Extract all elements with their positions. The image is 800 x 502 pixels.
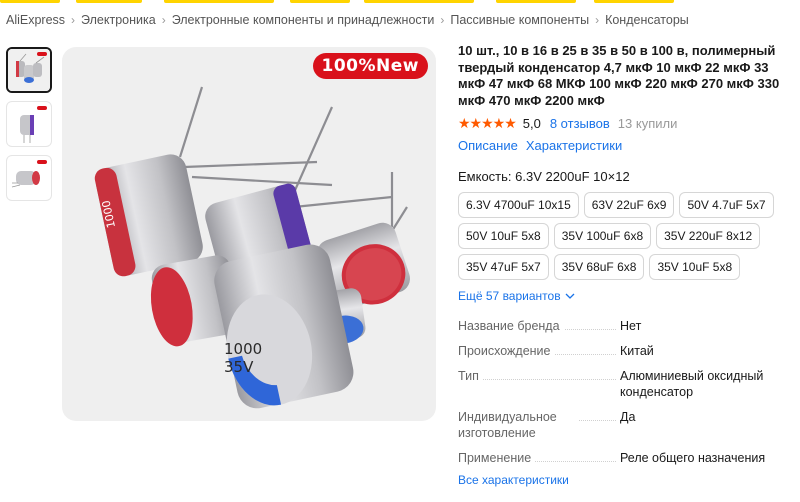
spec-value: Да: [620, 410, 636, 424]
variant-option[interactable]: 50V 10uF 5x8: [458, 223, 549, 249]
chevron-right-icon: ›: [440, 13, 445, 27]
variant-option[interactable]: 63V 22uF 6x9: [583, 192, 675, 218]
breadcrumb-electronics[interactable]: Электроника: [81, 13, 156, 27]
spec-row: Происхождение Китай: [458, 343, 788, 359]
description-link[interactable]: Описание: [458, 138, 518, 153]
breadcrumb-passive[interactable]: Пассивные компоненты: [450, 13, 589, 27]
more-variants-label: Ещё 57 вариантов: [458, 289, 561, 303]
new-badge: 100%New: [312, 53, 428, 79]
spec-key: Происхождение: [458, 344, 555, 358]
variant-option[interactable]: 35V 47uF 5x7: [458, 254, 549, 280]
variant-options: 6.3V 4700uF 10x15 63V 22uF 6x9 50V 4.7uF…: [458, 192, 788, 280]
chevron-right-icon: ›: [595, 13, 600, 27]
capacitors-photo: 1000 1000 35V: [94, 86, 410, 409]
thumbnail-list: [6, 47, 54, 209]
chevron-right-icon: ›: [71, 13, 76, 27]
product-main-image[interactable]: 1000 1000 35V 100%New: [62, 47, 436, 421]
specs-link[interactable]: Характеристики: [526, 138, 622, 153]
reviews-link[interactable]: 8 отзывов: [550, 116, 610, 131]
capacitors-thumbnail-image: [8, 49, 50, 91]
spec-value: Алюминиевый оксидный конденсатор: [620, 369, 764, 399]
variant-option[interactable]: 35V 220uF 8x12: [656, 223, 761, 249]
section-links: Описание Характеристики: [458, 138, 788, 153]
breadcrumb-aliexpress[interactable]: AliExpress: [6, 13, 65, 27]
spec-row: Применение Реле общего назначения: [458, 450, 788, 466]
capacitor-label-1000: 1000: [224, 340, 262, 358]
capacitor-label-35v: 35V: [224, 358, 254, 376]
specs-list: Название бренда Нет Происхождение Китай …: [458, 318, 788, 466]
variant-option[interactable]: 50V 4.7uF 5x7: [679, 192, 774, 218]
star-rating-icon: ★★★★★: [458, 115, 517, 131]
spec-value: Реле общего назначения: [620, 451, 766, 465]
capacity-selected-label: Емкость: 6.3V 2200uF 10×12: [458, 169, 630, 184]
spec-row: Название бренда Нет: [458, 318, 788, 334]
rating-score: 5,0: [522, 116, 541, 131]
product-info: 10 шт., 10 в 16 в 25 в 35 в 50 в 100 в, …: [458, 43, 788, 487]
spec-row: Индивидуальное изготовление Да: [458, 409, 788, 441]
variant-option[interactable]: 35V 100uF 6x8: [553, 223, 652, 249]
sold-count: 13 купили: [617, 116, 678, 131]
spec-key: Индивидуальное изготовление: [458, 409, 578, 441]
product-title: 10 шт., 10 в 16 в 25 в 35 в 50 в 100 в, …: [458, 43, 780, 108]
spec-key: Тип: [458, 369, 483, 383]
breadcrumb: AliExpress › Электроника › Электронные к…: [6, 13, 689, 27]
capacitor-red-thumbnail-image: [8, 157, 50, 199]
spec-row: Тип Алюминиевый оксидный конденсатор: [458, 368, 788, 400]
thumbnail-2[interactable]: [6, 101, 52, 147]
breadcrumb-components[interactable]: Электронные компоненты и принадлежности: [172, 13, 435, 27]
spec-value: Нет: [620, 319, 642, 333]
variant-option[interactable]: 6.3V 4700uF 10x15: [458, 192, 579, 218]
variant-option[interactable]: 35V 10uF 5x8: [649, 254, 741, 280]
spec-key: Название бренда: [458, 319, 564, 333]
spec-value: Китай: [620, 344, 654, 358]
chevron-down-icon: [565, 293, 575, 299]
more-variants-link[interactable]: Ещё 57 вариантов: [458, 289, 788, 303]
variant-option[interactable]: 35V 68uF 6x8: [553, 254, 645, 280]
breadcrumb-capacitors[interactable]: Конденсаторы: [605, 13, 689, 27]
rating-row: ★★★★★ 5,0 8 отзывов 13 купили: [458, 115, 788, 132]
spec-key: Применение: [458, 451, 536, 465]
thumbnail-3[interactable]: [6, 155, 52, 201]
thumbnail-1[interactable]: [6, 47, 52, 93]
all-specs-link[interactable]: Все характеристики: [458, 473, 788, 487]
top-accent-bar: [0, 0, 800, 3]
capacitor-purple-thumbnail-image: [8, 103, 50, 145]
chevron-right-icon: ›: [161, 13, 166, 27]
